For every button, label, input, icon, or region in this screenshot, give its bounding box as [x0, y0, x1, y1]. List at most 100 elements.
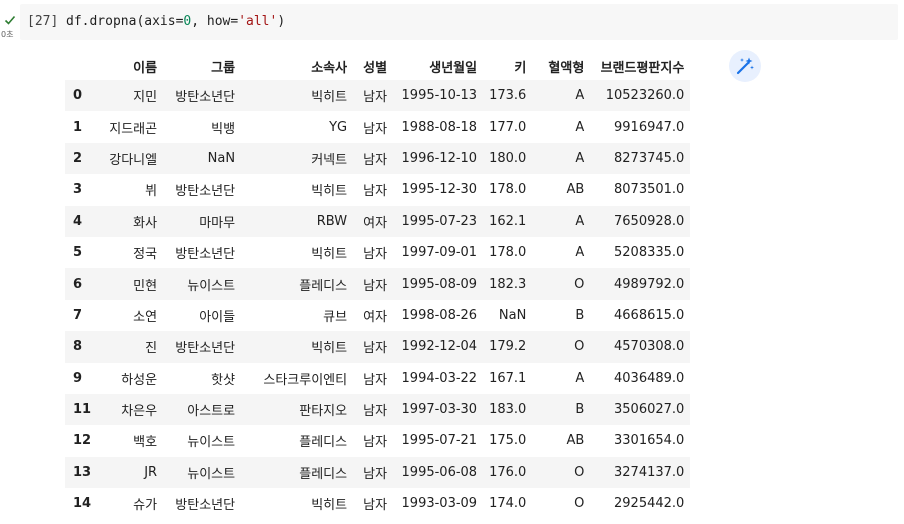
cell-gender: 여자 — [363, 215, 388, 231]
table-row: 7 소연 아이들 큐브 여자 1998-08-26 NaN B 4668615.0 — [65, 299, 691, 332]
cell-group: 아이들 — [199, 309, 236, 325]
cell-agency: RBW — [316, 213, 348, 229]
cell-group: 아스트로 — [187, 404, 236, 420]
cell-gender: 남자 — [363, 247, 388, 263]
row-index: 0 — [73, 88, 83, 104]
cell-height: 167.1 — [489, 370, 527, 386]
cell-height: 177.0 — [489, 119, 527, 135]
cell-brand-index: 7650928.0 — [614, 213, 685, 229]
cell-name: 정국 — [133, 247, 158, 263]
magic-wand-button[interactable] — [729, 50, 761, 82]
cell-name: 강다니엘 — [109, 152, 158, 168]
cell-blood-type: B — [575, 402, 585, 418]
cell-name: 진 — [145, 341, 158, 357]
cell-gender: 남자 — [363, 372, 388, 388]
cell-group: 핫샷 — [211, 372, 236, 388]
cell-name: 소연 — [133, 309, 158, 325]
cell-height: 180.0 — [489, 150, 527, 166]
row-index: 1 — [73, 119, 83, 135]
cell-name: 지민 — [133, 90, 158, 106]
cell-gender: 남자 — [363, 278, 388, 294]
code-token: df.dropna(axis= — [66, 14, 184, 29]
cell-height: 179.2 — [489, 339, 527, 355]
cell-group: NaN — [207, 150, 236, 166]
cell-brand-index: 5208335.0 — [614, 245, 685, 261]
table-row: 8 진 방탄소년단 빅히트 남자 1992-12-04 179.2 O 4570308.0 — [65, 331, 691, 363]
cell-blood-type: AB — [566, 182, 585, 198]
table-row: 6 민현 뉴이스트 플레디스 남자 1995-08-09 182.3 O 4989792.0 — [65, 268, 691, 300]
column-header-name: 이름 — [133, 60, 158, 76]
cell-name: 슈가 — [133, 498, 158, 514]
cell-agency: 큐브 — [323, 309, 348, 325]
cell-group: 마마무 — [199, 215, 236, 231]
check-icon — [4, 15, 16, 25]
table-row: 14 슈가 방탄소년단 빅히트 남자 1993-03-09 174.0 O 2925442.0 — [65, 488, 691, 520]
cell-blood-type: AB — [566, 433, 585, 449]
cell-group: 방탄소년단 — [175, 247, 236, 263]
column-header-height: 키 — [514, 60, 527, 76]
column-header-gender: 성별 — [363, 60, 388, 76]
cell-brand-index: 2925442.0 — [614, 496, 685, 512]
row-index: 13 — [73, 464, 92, 480]
cell-group: 뉴이스트 — [187, 466, 236, 482]
cell-group: 방탄소년단 — [175, 341, 236, 357]
cell-height: 173.6 — [489, 88, 527, 104]
code-cell[interactable]: [27] df.dropna(axis=0, how='all') — [20, 4, 898, 40]
execution-time: 0초 — [1, 30, 14, 39]
cell-brand-index: 9916947.0 — [614, 119, 685, 135]
cell-blood-type: O — [574, 339, 585, 355]
cell-gender: 남자 — [363, 184, 388, 200]
table-row: 11 차은우 아스트로 판타지오 남자 1997-03-30 183.0 B 3506027.0 — [65, 393, 691, 426]
cell-blood-type: A — [575, 245, 585, 261]
cell-birthdate: 1998-08-26 — [401, 307, 478, 323]
cell-birthdate: 1995-10-13 — [401, 88, 478, 104]
cell-name: 지드래곤 — [109, 121, 158, 137]
cell-brand-index: 4989792.0 — [614, 276, 685, 292]
cell-brand-index: 4036489.0 — [614, 370, 685, 386]
cell-name: 민현 — [133, 278, 158, 294]
cell-gender: 남자 — [363, 341, 388, 357]
cell-agency: 판타지오 — [299, 404, 348, 420]
cell-agency: YG — [329, 119, 348, 135]
table-row: 0 지민 방탄소년단 빅히트 남자 1995-10-13 173.6 A 10523260.0 — [65, 80, 691, 112]
cell-agency: 스타크루이엔티 — [263, 372, 348, 388]
cell-gender: 남자 — [363, 121, 388, 137]
row-index: 14 — [73, 496, 92, 512]
cell-agency: 플레디스 — [299, 435, 348, 451]
row-index: 5 — [73, 245, 83, 261]
row-index: 3 — [73, 182, 83, 198]
cell-birthdate: 1997-03-30 — [401, 402, 478, 418]
cell-group: 방탄소년단 — [175, 184, 236, 200]
column-header-index — [65, 52, 97, 80]
cell-height: 175.0 — [489, 433, 527, 449]
cell-brand-index: 4668615.0 — [614, 307, 685, 323]
cell-height: 178.0 — [489, 245, 527, 261]
cell-name: 백호 — [133, 435, 158, 451]
cell-height: 174.0 — [489, 496, 527, 512]
cell-height: 162.1 — [489, 213, 527, 229]
dataframe-table: 이름 그룹 소속사 성별 생년월일 키 혈액형 브랜드평판지수 0 지민 방탄소년단 빅히트 남자 19… — [65, 52, 691, 520]
cell-brand-index: 3274137.0 — [614, 464, 685, 480]
cell-birthdate: 1994-03-22 — [401, 370, 478, 386]
table-row: 2 강다니엘 NaN 커넥트 남자 1996-12-10 180.0 A 8273745.0 — [65, 142, 691, 175]
cell-blood-type: O — [574, 464, 585, 480]
cell-blood-type: A — [575, 213, 585, 229]
cell-agency: 빅히트 — [311, 90, 348, 106]
cell-brand-index: 3301654.0 — [614, 433, 685, 449]
cell-blood-type: B — [575, 307, 585, 323]
cell-gender: 남자 — [363, 90, 388, 106]
cell-agency: 커넥트 — [311, 152, 348, 168]
code-line[interactable]: df.dropna(axis=0, how='all') — [66, 14, 285, 29]
table-row: 5 정국 방탄소년단 빅히트 남자 1997-09-01 178.0 A 5208335.0 — [65, 236, 691, 269]
cell-brand-index: 8073501.0 — [614, 182, 685, 198]
cell-group: 방탄소년단 — [175, 498, 236, 514]
cell-agency: 빅히트 — [311, 184, 348, 200]
cell-blood-type: A — [575, 370, 585, 386]
cell-blood-type: O — [574, 496, 585, 512]
cell-gender: 남자 — [363, 404, 388, 420]
column-header-brand-index: 브랜드평판지수 — [600, 60, 685, 76]
table-header-row: 이름 그룹 소속사 성별 생년월일 키 혈액형 브랜드평판지수 — [65, 52, 690, 80]
cell-height: 183.0 — [489, 402, 527, 418]
cell-brand-index: 4570308.0 — [614, 339, 685, 355]
cell-birthdate: 1995-06-08 — [401, 464, 478, 480]
